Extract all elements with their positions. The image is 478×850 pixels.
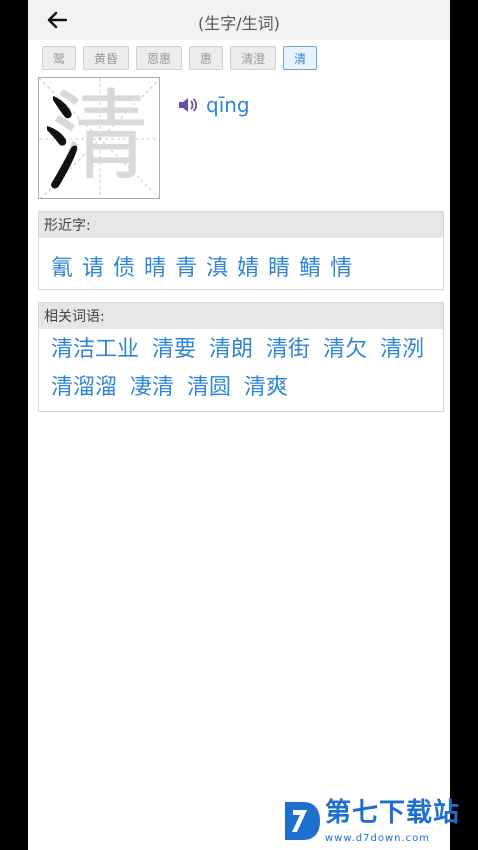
related-words-section: 相关词语: 清洁工业 清要 清朗 清街 清欠 清洌 清溜溜 凄清 清圆 清爽	[38, 302, 444, 412]
watermark-title: 第七下载站	[325, 798, 461, 828]
section-heading: 相关词语:	[39, 303, 443, 329]
pinyin-text: qīng	[206, 93, 250, 117]
word-tabs: 鹭 黄昏 恩惠 惠 清澄 清	[42, 46, 318, 70]
stroke-writing-box[interactable]: 清	[38, 77, 160, 199]
related-word[interactable]: 清圆	[187, 371, 231, 405]
related-word[interactable]: 清洁工业	[51, 333, 139, 367]
related-word[interactable]: 清朗	[209, 333, 253, 367]
similar-characters-section: 形近字: 氰 请 债 晴 青 滇 婧 睛 鲭 情	[38, 211, 444, 290]
similar-char[interactable]: 氰	[51, 250, 73, 282]
similar-char[interactable]: 债	[113, 250, 135, 282]
similar-characters-list: 氰 请 债 晴 青 滇 婧 睛 鲭 情	[39, 238, 443, 288]
similar-char[interactable]: 晴	[144, 250, 166, 282]
written-strokes	[47, 96, 78, 189]
screen: (生字/生词) 鹭 黄昏 恩惠 惠 清澄 清 清 qīng 形近字: 氰 请 债…	[28, 0, 450, 850]
similar-char[interactable]: 青	[175, 250, 197, 282]
similar-char[interactable]: 滇	[206, 250, 228, 282]
pronunciation[interactable]: qīng	[178, 93, 250, 117]
similar-char[interactable]: 婧	[237, 250, 259, 282]
tab-word-6[interactable]: 清	[283, 46, 318, 70]
related-word[interactable]: 清要	[152, 333, 196, 367]
related-word[interactable]: 凄清	[130, 371, 174, 405]
watermark-url: www.d7down.com	[325, 833, 431, 844]
top-bar: (生字/生词)	[28, 0, 450, 40]
related-word[interactable]: 清爽	[244, 371, 288, 405]
tab-word-4[interactable]: 惠	[189, 46, 224, 70]
tab-word-5[interactable]: 清澄	[230, 46, 277, 70]
similar-char[interactable]: 鲭	[299, 250, 321, 282]
similar-char[interactable]: 睛	[268, 250, 290, 282]
related-words-list: 清洁工业 清要 清朗 清街 清欠 清洌 清溜溜 凄清 清圆 清爽	[39, 329, 443, 405]
page-title: (生字/生词)	[198, 14, 280, 33]
related-word[interactable]: 清欠	[323, 333, 367, 367]
similar-char[interactable]: 请	[82, 250, 104, 282]
section-heading: 形近字:	[39, 212, 443, 238]
watermark: 第七下载站 www.d7down.com	[283, 798, 460, 844]
related-word[interactable]: 清溜溜	[51, 371, 117, 405]
speaker-icon	[179, 98, 198, 112]
d7down-logo-icon	[285, 802, 320, 840]
tab-word-2[interactable]: 黄昏	[83, 46, 130, 70]
related-word[interactable]: 清街	[266, 333, 310, 367]
similar-char[interactable]: 情	[330, 250, 352, 282]
related-word[interactable]: 清洌	[380, 333, 424, 367]
tab-word-3[interactable]: 恩惠	[136, 46, 183, 70]
tab-word-1[interactable]: 鹭	[42, 46, 77, 70]
